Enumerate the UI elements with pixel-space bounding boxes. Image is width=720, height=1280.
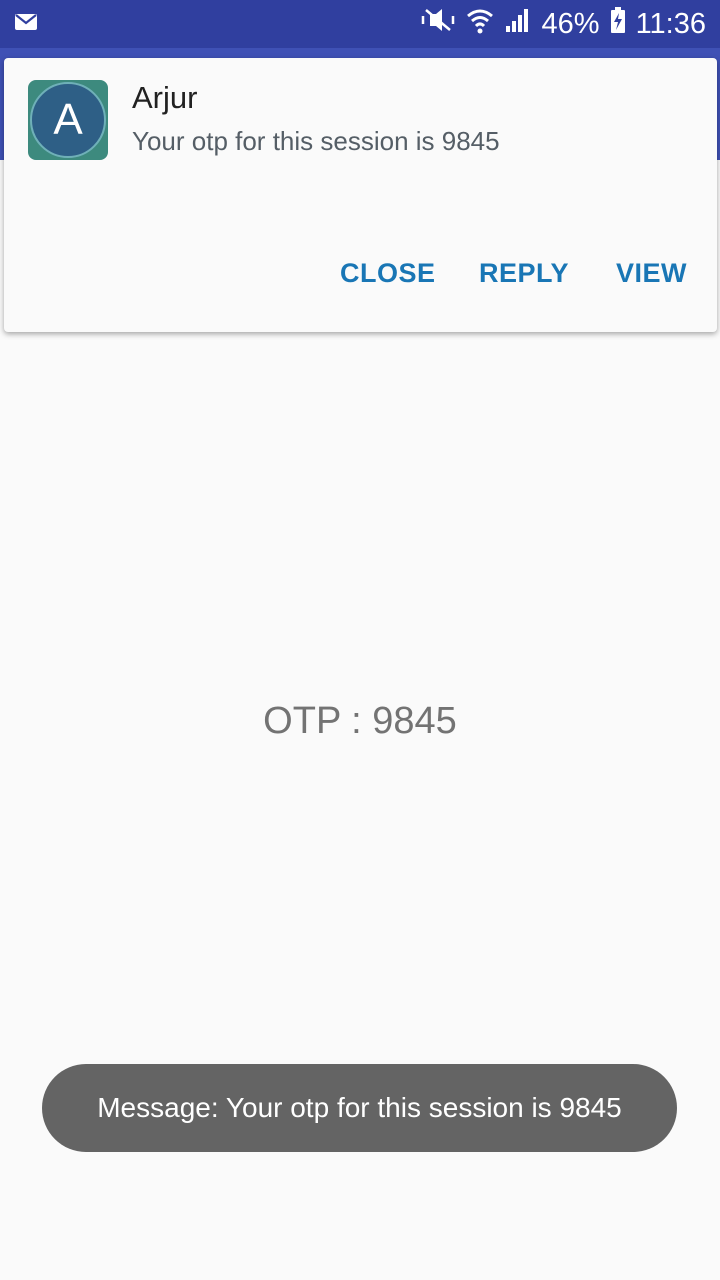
toast-message: Message: Your otp for this session is 98…	[42, 1064, 677, 1152]
otp-display: OTP : 9845	[263, 700, 457, 742]
mute-icon	[420, 6, 456, 42]
notification-title: Arjur	[132, 80, 198, 115]
status-bar: 46% 11:36	[0, 0, 720, 48]
battery-percent: 46%	[541, 7, 600, 40]
status-icons: 46% 11:36	[420, 0, 706, 48]
notification-text: Your otp for this session is 9845	[132, 126, 500, 156]
reply-button[interactable]: REPLY	[479, 258, 569, 289]
clock: 11:36	[635, 7, 706, 40]
avatar-letter: A	[53, 95, 83, 144]
battery-charging-icon	[610, 6, 626, 42]
app-icon: A	[28, 80, 108, 160]
view-button[interactable]: VIEW	[616, 258, 687, 289]
screen: 46% 11:36 A Arjur Your otp for this sess…	[0, 0, 720, 1280]
heads-up-notification[interactable]: A Arjur Your otp for this session is 984…	[4, 58, 717, 332]
message-notification-icon	[14, 12, 38, 37]
signal-icon	[504, 6, 532, 42]
notification-actions: CLOSE REPLY VIEW	[4, 258, 717, 302]
close-button[interactable]: CLOSE	[340, 258, 436, 289]
avatar: A	[30, 82, 106, 158]
toast-text: Message: Your otp for this session is 98…	[97, 1092, 622, 1123]
wifi-icon	[466, 6, 494, 42]
